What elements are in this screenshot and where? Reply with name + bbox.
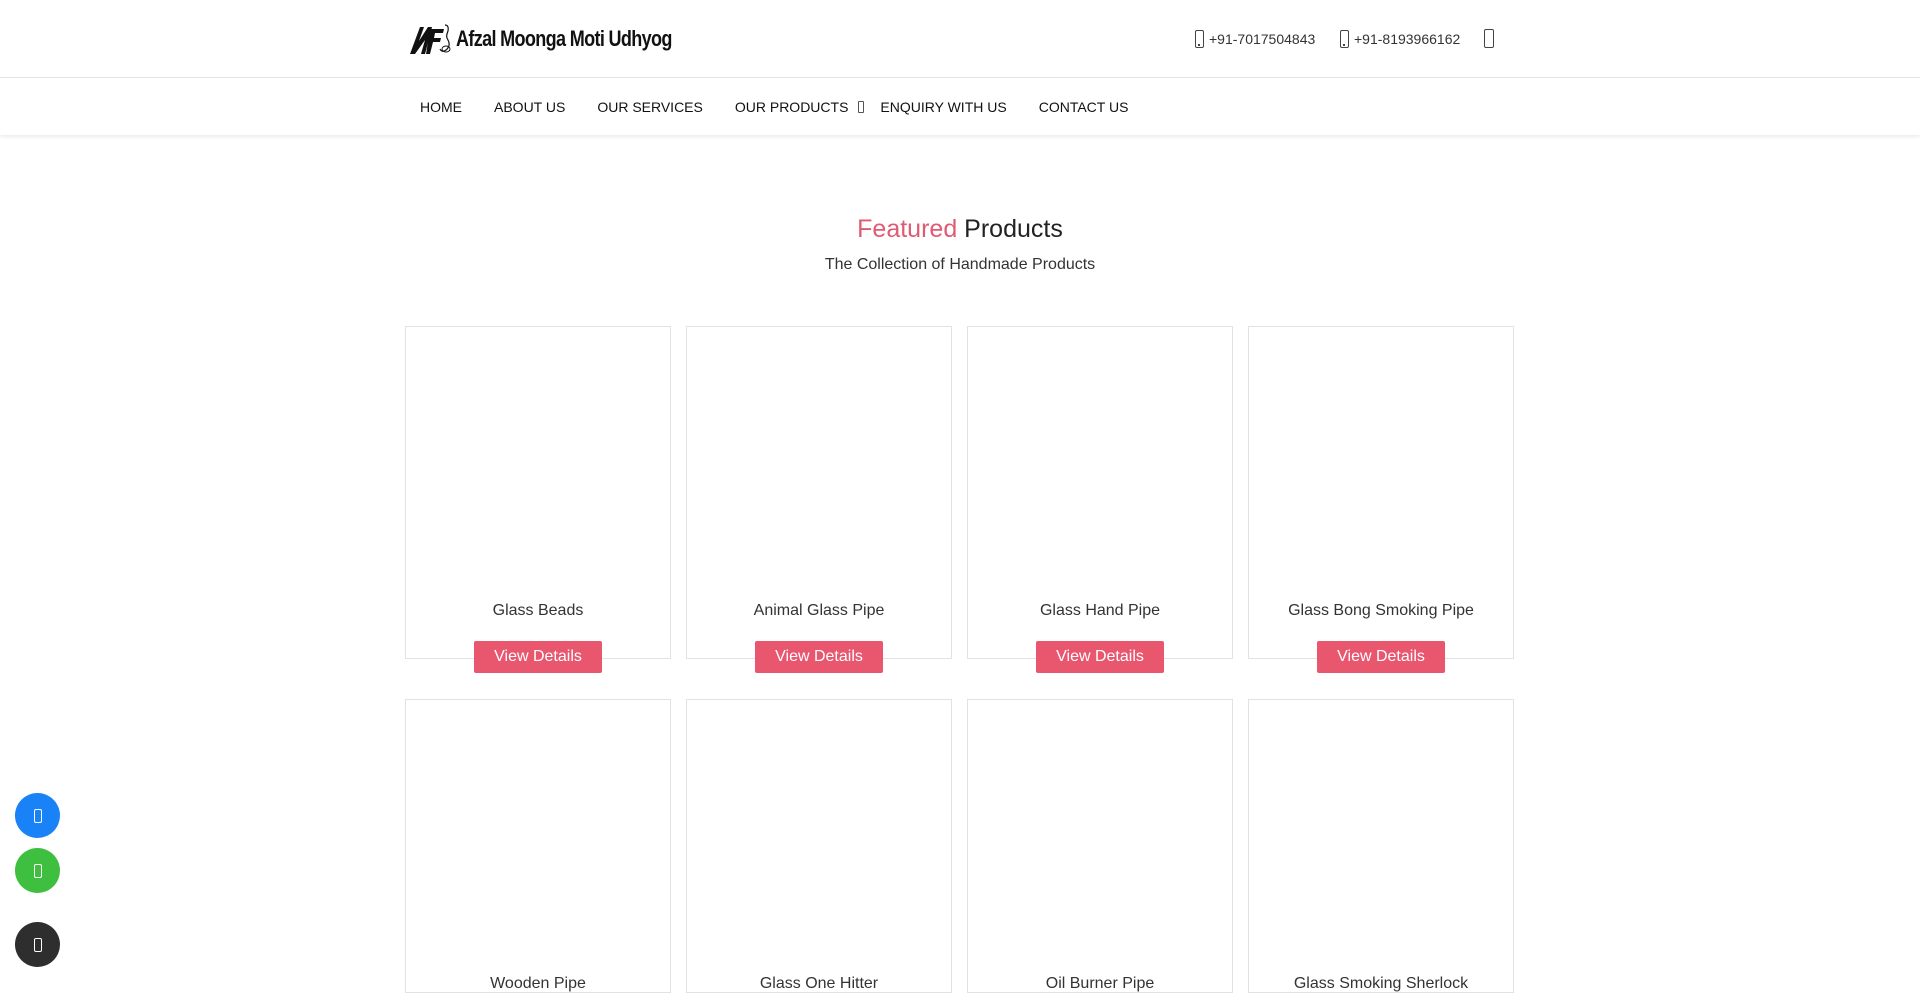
arrow-up-icon [33,937,42,952]
scroll-top-button[interactable] [15,922,60,967]
product-name[interactable]: Glass Hand Pipe [968,602,1232,620]
product-card[interactable]: Oil Burner Pipe [967,699,1233,993]
product-name[interactable]: Glass One Hitter [687,975,951,993]
section-title-accent: Featured [857,215,958,243]
phone-icon [33,808,42,823]
view-details-button[interactable]: View Details [474,641,602,673]
mail-icon[interactable] [1484,29,1494,48]
product-card[interactable]: Glass Beads View Details [405,326,671,673]
phone-number-1: +91-7017504843 [1209,31,1316,47]
product-name[interactable]: Wooden Pipe [406,975,670,993]
nav-home[interactable]: HOME [404,79,478,135]
call-float-button[interactable] [15,793,60,838]
section-subtitle: The Collection of Handmade Products [824,256,1096,273]
main-nav: HOME ABOUT US OUR SERVICES OUR PRODUCTS … [404,79,1144,135]
phone-icon [1195,30,1204,48]
product-card[interactable]: Glass Smoking Sherlock [1248,699,1514,993]
view-details-button[interactable]: View Details [1317,641,1445,673]
view-details-button[interactable]: View Details [1036,641,1164,673]
view-details-button[interactable]: View Details [755,641,883,673]
main-nav-bar: HOME ABOUT US OUR SERVICES OUR PRODUCTS … [0,79,1920,135]
product-card[interactable]: Glass Hand Pipe View Details [967,326,1233,673]
whatsapp-float-button[interactable] [15,848,60,893]
nav-about-us[interactable]: ABOUT US [478,79,581,135]
header-contacts: +91-7017504843 +91-8193966162 [0,25,1920,53]
top-header: Afzal Moonga Moti Udhyog +91-7017504843 … [0,0,1920,78]
nav-contact-us[interactable]: CONTACT US [1023,79,1145,135]
product-card[interactable]: Glass Bong Smoking Pipe View Details [1248,326,1514,673]
phone-contact-2[interactable]: +91-8193966162 [1340,25,1460,53]
product-card[interactable]: Wooden Pipe [405,699,671,993]
nav-enquiry-with-us[interactable]: ENQUIRY WITH US [864,79,1022,135]
product-name[interactable]: Animal Glass Pipe [687,602,951,620]
nav-our-services[interactable]: OUR SERVICES [581,79,719,135]
product-name[interactable]: Glass Beads [406,602,670,620]
featured-heading: Featured Products The Collection of Hand… [0,215,1920,274]
whatsapp-icon [33,863,42,878]
phone-contact-1[interactable]: +91-7017504843 [1195,25,1315,53]
section-title-rest: Products [964,215,1063,243]
section-title: Featured Products [0,215,1920,244]
product-name[interactable]: Glass Bong Smoking Pipe [1249,602,1513,620]
phone-number-2: +91-8193966162 [1354,31,1461,47]
product-card[interactable]: Animal Glass Pipe View Details [686,326,952,673]
product-name[interactable]: Oil Burner Pipe [968,975,1232,993]
nav-our-products-label: OUR PRODUCTS [734,99,849,115]
nav-our-products[interactable]: OUR PRODUCTS [719,79,865,135]
product-name[interactable]: Glass Smoking Sherlock [1249,975,1513,993]
product-card[interactable]: Glass One Hitter [686,699,952,993]
phone-icon [1340,30,1349,48]
